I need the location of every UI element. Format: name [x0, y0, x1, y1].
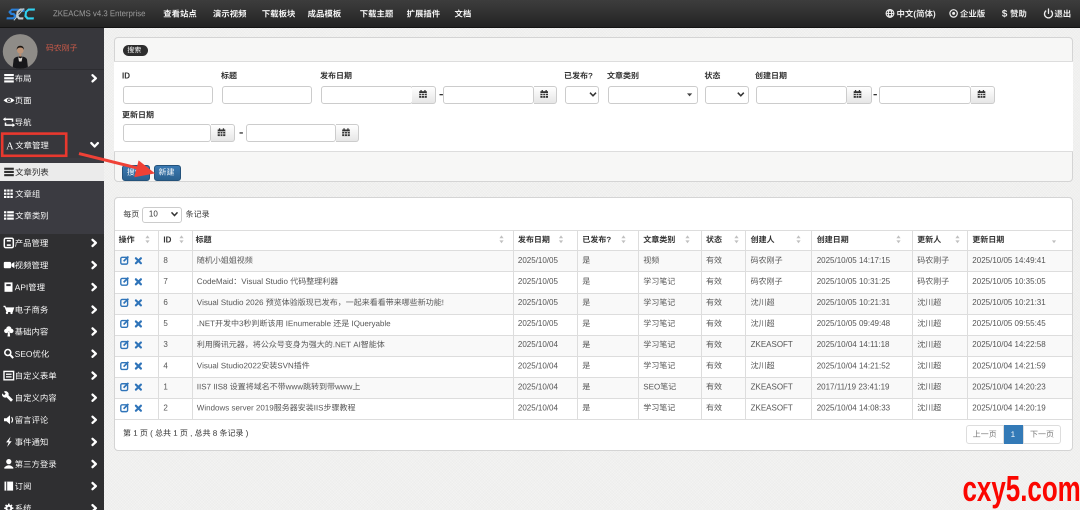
svg-text:2025/10/04 14:08:33: 2025/10/04 14:08:33	[817, 403, 891, 412]
svg-text:2025/10/05 09:49:48: 2025/10/05 09:49:48	[817, 319, 891, 328]
svg-text:2025/10/05: 2025/10/05	[518, 298, 559, 307]
svg-text:ZKEASOFT: ZKEASOFT	[751, 403, 793, 412]
svg-text:ID: ID	[122, 71, 130, 80]
svg-text:1: 1	[163, 382, 168, 391]
svg-text:2025/10/05 10:21:31: 2025/10/05 10:21:31	[817, 298, 891, 307]
svg-text:2025/10/04 14:21:59: 2025/10/04 14:21:59	[972, 361, 1046, 370]
svg-text:ZKEASOFT: ZKEASOFT	[751, 382, 793, 391]
svg-text:2025/10/05 10:35:05: 2025/10/05 10:35:05	[972, 277, 1046, 286]
svg-text:2025/10/05 10:21:31: 2025/10/05 10:21:31	[972, 298, 1046, 307]
svg-text:2025/10/05: 2025/10/05	[518, 319, 559, 328]
svg-text:2025/10/05 14:49:41: 2025/10/05 14:49:41	[972, 256, 1046, 265]
svg-text:2025/10/04: 2025/10/04	[518, 382, 559, 391]
svg-text:2025/10/05: 2025/10/05	[518, 277, 559, 286]
svg-text:cxy5.com: cxy5.com	[963, 469, 1080, 509]
svg-text:2017/11/19 23:41:19: 2017/11/19 23:41:19	[817, 382, 890, 391]
svg-text:2025/10/04 14:20:19: 2025/10/04 14:20:19	[972, 403, 1046, 412]
svg-text:3: 3	[163, 340, 168, 349]
svg-text:2025/10/04: 2025/10/04	[518, 361, 559, 370]
svg-text:2025/10/04 14:21:52: 2025/10/04 14:21:52	[817, 361, 891, 370]
svg-text:2025/10/04 14:20:23: 2025/10/04 14:20:23	[972, 382, 1046, 391]
svg-text:2025/10/05 10:31:25: 2025/10/05 10:31:25	[817, 277, 891, 286]
svg-text:8: 8	[163, 256, 168, 265]
svg-text:6: 6	[163, 298, 168, 307]
svg-text:4: 4	[163, 361, 168, 370]
svg-text:ZKEASOFT: ZKEASOFT	[751, 340, 793, 349]
svg-text:2025/10/05 09:55:45: 2025/10/05 09:55:45	[972, 319, 1046, 328]
svg-text:2025/10/04 14:11:18: 2025/10/04 14:11:18	[817, 340, 890, 349]
svg-text:2025/10/04: 2025/10/04	[518, 340, 559, 349]
svg-text:2025/10/04 14:22:58: 2025/10/04 14:22:58	[972, 340, 1046, 349]
svg-text:10: 10	[149, 210, 158, 219]
svg-text:7: 7	[163, 277, 168, 286]
svg-text:2025/10/05: 2025/10/05	[518, 256, 559, 265]
svg-text:2025/10/04: 2025/10/04	[518, 403, 559, 412]
svg-text:2: 2	[163, 403, 168, 412]
svg-text:ID: ID	[163, 235, 171, 244]
svg-text:5: 5	[163, 319, 168, 328]
svg-text:2025/10/05 14:17:15: 2025/10/05 14:17:15	[817, 256, 891, 265]
